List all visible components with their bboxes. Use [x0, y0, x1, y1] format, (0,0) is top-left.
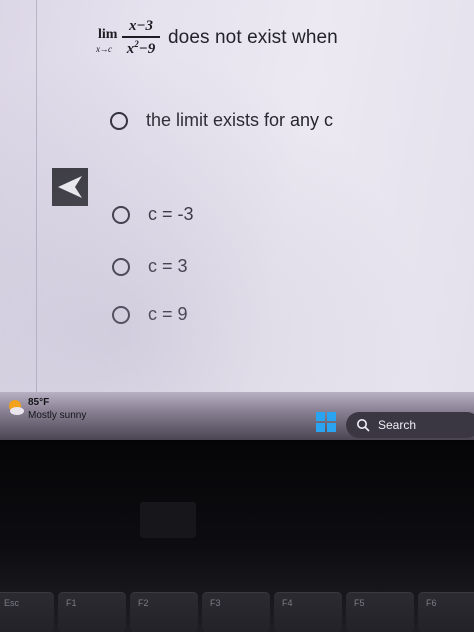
key-f3[interactable]: F3 [202, 592, 270, 632]
content-divider [36, 0, 37, 392]
photographed-screen: lim x→c x−3 x2−9 does not exist when the… [0, 0, 474, 392]
key-f5[interactable]: F5 [346, 592, 414, 632]
sun-cloud-icon[interactable] [6, 398, 26, 418]
key-f2[interactable]: F2 [130, 592, 198, 632]
key-f4[interactable]: F4 [274, 592, 342, 632]
radio-button[interactable] [110, 111, 128, 130]
option-label: c = -3 [148, 204, 194, 224]
limit-fraction: x−3 x2−9 [122, 18, 160, 58]
taskbar-search-button[interactable]: Search [346, 412, 474, 438]
windows-logo-icon[interactable] [316, 412, 336, 432]
question-stem: lim x→c x−3 x2−9 does not exist when [96, 16, 338, 60]
back-arrow-icon [58, 176, 82, 198]
question-text: does not exist when [168, 27, 338, 48]
option-label: c = 9 [148, 304, 188, 324]
limit-subscript: x→c [96, 44, 112, 54]
fraction-numerator: x−3 [128, 18, 154, 34]
search-icon [357, 419, 370, 432]
radio-button[interactable] [112, 205, 130, 224]
weather-temperature[interactable]: 85°F [28, 397, 49, 408]
option-c-3[interactable]: c = 3 [112, 256, 188, 277]
key-f6[interactable]: F6 [418, 592, 474, 632]
weather-description[interactable]: Mostly sunny [28, 410, 86, 421]
key-esc[interactable]: Esc [0, 592, 54, 632]
option-label: c = 3 [148, 256, 188, 276]
option-c-neg3[interactable]: c = -3 [112, 204, 194, 225]
option-c-9[interactable]: c = 9 [112, 304, 188, 325]
radio-button[interactable] [112, 305, 130, 324]
key-f1[interactable]: F1 [58, 592, 126, 632]
bezel-reflection [140, 502, 196, 538]
limit-notation: lim x→c [96, 18, 126, 58]
taskbar: 85°F Mostly sunny Search [0, 392, 474, 440]
option-limit-exists[interactable]: the limit exists for any c [110, 110, 333, 131]
radio-button[interactable] [112, 257, 130, 276]
limit-word: lim [98, 27, 118, 42]
keyboard-function-row: Esc F1 F2 F3 F4 F5 F6 [0, 586, 474, 632]
search-label: Search [378, 418, 417, 432]
monitor-bezel: Esc F1 F2 F3 F4 F5 F6 [0, 440, 474, 632]
back-button[interactable] [52, 168, 88, 206]
option-label: the limit exists for any c [146, 110, 334, 130]
fraction-denominator: x2−9 [126, 39, 156, 57]
